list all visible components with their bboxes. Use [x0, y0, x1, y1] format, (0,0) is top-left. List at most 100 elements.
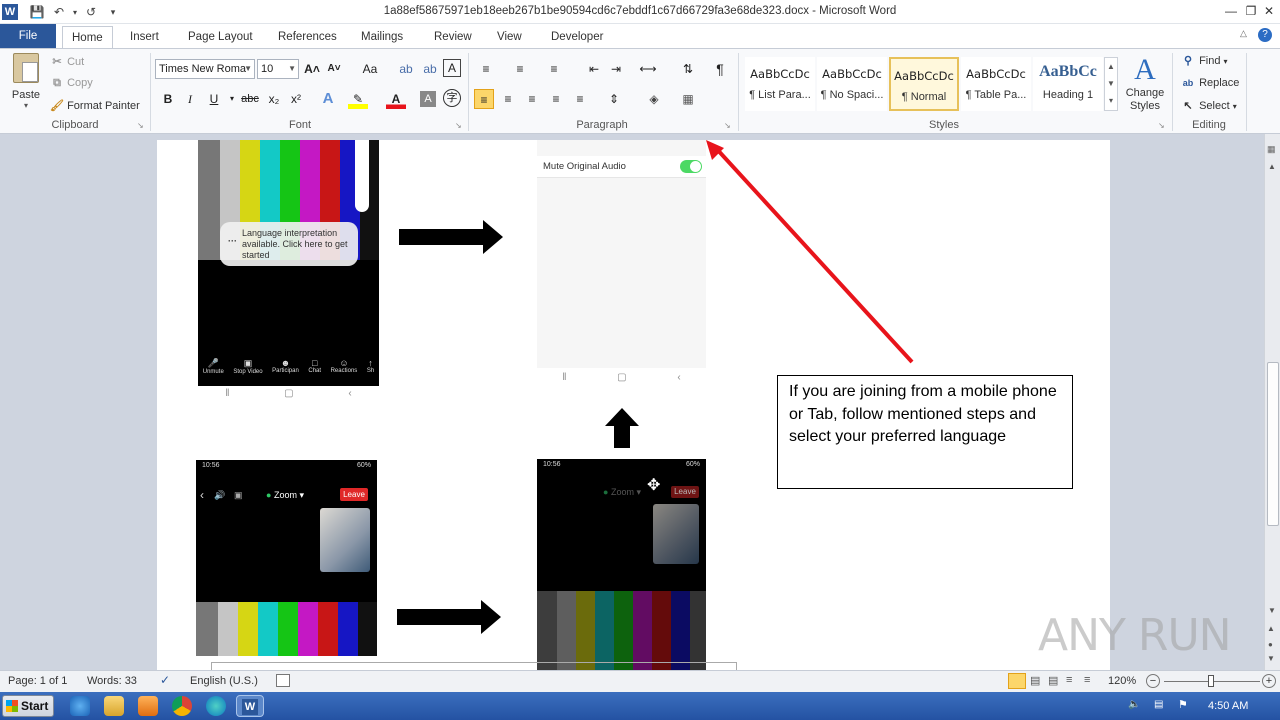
zoom-in-icon[interactable]: +	[1262, 674, 1276, 688]
paragraph-launcher-icon[interactable]: ↘	[724, 121, 731, 130]
help-icon[interactable]: ?	[1258, 28, 1272, 42]
clipboard-launcher-icon[interactable]: ↘	[137, 121, 144, 130]
language-status[interactable]: English (U.S.)	[190, 675, 258, 687]
replace-button[interactable]: ab Replace	[1180, 77, 1240, 89]
volume-icon[interactable]: 🔈	[1128, 699, 1140, 710]
style-heading-1[interactable]: AaBbCc Heading 1	[1033, 57, 1103, 111]
styles-launcher-icon[interactable]: ↘	[1158, 121, 1165, 130]
draft-icon[interactable]: ≡	[1084, 674, 1090, 686]
grow-font-button[interactable]: A˄	[302, 59, 322, 79]
tab-references[interactable]: References	[269, 26, 346, 48]
format-painter-button[interactable]: 🖌 Format Painter	[50, 99, 140, 112]
tab-insert[interactable]: Insert	[121, 26, 168, 48]
phonetic-guide-icon[interactable]: a​b	[420, 59, 440, 79]
network-icon[interactable]: ▤	[1154, 699, 1163, 710]
chrome-icon[interactable]	[172, 696, 192, 716]
style-list-paragraph[interactable]: AaBbCcDc ¶ List Para...	[745, 57, 815, 111]
macro-record-icon[interactable]	[276, 674, 290, 687]
change-styles-button[interactable]: A Change Styles	[1122, 53, 1168, 113]
restore-button[interactable]: ❐	[1242, 2, 1260, 20]
paste-button[interactable]: Paste ▾	[8, 53, 44, 115]
subscript-button[interactable]: x₂	[264, 89, 284, 109]
cut-button[interactable]: ✂ Cut	[50, 55, 84, 68]
select-button[interactable]: ↖ Select ▾	[1180, 99, 1236, 112]
scroll-up-icon[interactable]: ▲	[1268, 162, 1276, 171]
bullets-icon[interactable]: ≡	[476, 59, 496, 79]
zoom-slider-thumb[interactable]	[1208, 675, 1214, 687]
page-count[interactable]: Page: 1 of 1	[8, 675, 67, 687]
tab-file[interactable]: File	[0, 24, 56, 48]
tab-view[interactable]: View	[488, 26, 531, 48]
previous-page-icon[interactable]: ▲	[1267, 624, 1275, 633]
asian-layout-icon[interactable]: ⟷	[638, 59, 658, 79]
font-color-icon[interactable]: A	[386, 89, 406, 109]
tab-mailings[interactable]: Mailings	[352, 26, 412, 48]
copy-button[interactable]: ⧉ Copy	[50, 77, 93, 90]
change-case-button[interactable]: Aa	[356, 59, 384, 79]
find-button[interactable]: ⚲ Find ▾	[1180, 54, 1228, 67]
justify-icon[interactable]: ≡	[546, 89, 566, 109]
vertical-scrollbar[interactable]: ▦ ▲ ▼ ▲ ● ▼	[1264, 134, 1280, 670]
sort-icon[interactable]: ⇅	[678, 59, 698, 79]
next-page-icon[interactable]: ▼	[1267, 654, 1275, 663]
full-screen-reading-icon[interactable]: ▤	[1030, 674, 1040, 687]
align-center-icon[interactable]: ≡	[498, 89, 518, 109]
scroll-down-icon[interactable]: ▼	[1268, 606, 1276, 615]
ruler-toggle-icon[interactable]: ▦	[1267, 144, 1276, 155]
zoom-out-icon[interactable]: −	[1146, 674, 1160, 688]
italic-button[interactable]: I	[180, 89, 200, 109]
highlight-icon[interactable]: ✎	[348, 89, 368, 109]
bold-button[interactable]: B	[158, 89, 178, 109]
minimize-button[interactable]: —	[1222, 2, 1240, 20]
align-right-icon[interactable]: ≡	[522, 89, 542, 109]
print-layout-icon[interactable]	[1008, 673, 1026, 689]
style-normal[interactable]: AaBbCcDc ¶ Normal	[889, 57, 959, 111]
word-taskbar-button[interactable]: W	[236, 695, 264, 717]
web-layout-icon[interactable]: ▤	[1048, 674, 1058, 687]
tab-developer[interactable]: Developer	[542, 26, 612, 48]
scroll-thumb[interactable]	[1267, 362, 1279, 526]
distributed-icon[interactable]: ≡	[570, 89, 590, 109]
character-shading-icon[interactable]: A	[420, 91, 436, 107]
internet-explorer-icon[interactable]	[70, 696, 90, 716]
line-spacing-icon[interactable]: ⇕	[604, 89, 624, 109]
multilevel-list-icon[interactable]: ≡	[544, 59, 564, 79]
decrease-indent-icon[interactable]: ⇤	[584, 59, 604, 79]
start-button[interactable]: Start	[2, 695, 54, 717]
instruction-textbox[interactable]: If you are joining from a mobile phone o…	[777, 375, 1073, 489]
numbering-icon[interactable]: ≡	[510, 59, 530, 79]
underline-button[interactable]: U	[204, 89, 224, 109]
superscript-button[interactable]: x²	[286, 89, 306, 109]
font-launcher-icon[interactable]: ↘	[455, 121, 462, 130]
text-effects-icon[interactable]: A	[318, 89, 338, 109]
zoom-level[interactable]: 120%	[1108, 675, 1136, 687]
font-name-combo[interactable]: Times New Roma ▼	[155, 59, 255, 79]
media-player-icon[interactable]	[138, 696, 158, 716]
tab-review[interactable]: Review	[425, 26, 481, 48]
show-formatting-button[interactable]: ¶	[710, 59, 730, 79]
clock[interactable]: 4:50 AM	[1208, 700, 1248, 712]
proofing-icon[interactable]: ✓	[160, 673, 170, 687]
font-size-combo[interactable]: 10 ▼	[257, 59, 299, 79]
document-page[interactable]: ··· Language interpretation available. C…	[157, 140, 1110, 670]
shading-icon[interactable]: ◈	[644, 89, 664, 109]
strikethrough-button[interactable]: abc	[238, 89, 262, 109]
style-table-paragraph[interactable]: AaBbCcDc ¶ Table Pa...	[961, 57, 1031, 111]
edge-icon[interactable]	[206, 696, 226, 716]
align-left-icon[interactable]: ≡	[474, 89, 494, 109]
clear-formatting-icon[interactable]: ab​	[396, 59, 416, 79]
style-no-spacing[interactable]: AaBbCcDc ¶ No Spaci...	[817, 57, 887, 111]
borders-icon[interactable]: ▦	[678, 89, 698, 109]
increase-indent-icon[interactable]: ⇥	[606, 59, 626, 79]
tab-home[interactable]: Home	[62, 26, 113, 48]
outline-icon[interactable]: ≡	[1066, 674, 1072, 686]
word-count[interactable]: Words: 33	[87, 675, 137, 687]
action-center-flag-icon[interactable]: ⚑	[1178, 698, 1188, 711]
close-button[interactable]: ✕	[1260, 2, 1278, 20]
styles-scroll[interactable]: ▲ ▼ ▾	[1104, 57, 1118, 111]
tab-page-layout[interactable]: Page Layout	[179, 26, 262, 48]
character-border-button[interactable]: A	[443, 59, 461, 77]
browse-object-icon[interactable]: ●	[1268, 640, 1273, 649]
file-explorer-icon[interactable]	[104, 696, 124, 716]
shrink-font-button[interactable]: A˅	[324, 59, 344, 79]
